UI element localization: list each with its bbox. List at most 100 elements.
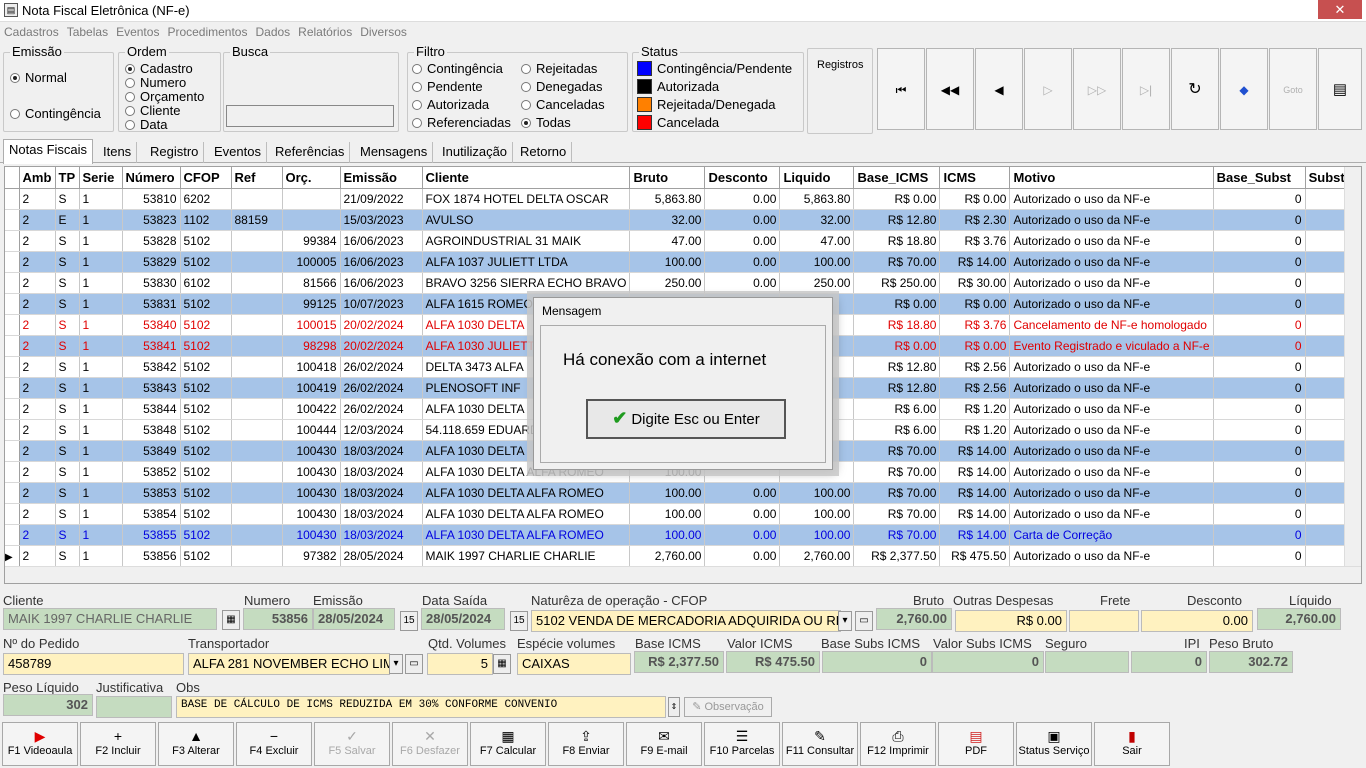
column-header[interactable]: Número: [122, 167, 181, 189]
transportador-select[interactable]: ALFA 281 NOVEMBER ECHO LIMA: [188, 653, 390, 675]
tab-retorno[interactable]: Retorno: [515, 142, 573, 163]
filtro-contingencia-radio[interactable]: Contingência: [412, 61, 503, 76]
status-servi-o-button[interactable]: ▣ Status Serviço: [1016, 722, 1092, 766]
ordem-cliente-radio[interactable]: Cliente: [125, 103, 180, 118]
emissao-normal-radio[interactable]: Normal: [10, 70, 67, 85]
column-header[interactable]: CFOP: [180, 167, 232, 189]
column-header[interactable]: Base_ICMS: [853, 167, 941, 189]
filtro-rejeitadas-radio[interactable]: Rejeitadas: [521, 61, 597, 76]
table-row[interactable]: 2 S 1 53830 6102 81566 16/06/2023 BRAVO 3256 SI…: [5, 272, 1361, 294]
column-header[interactable]: ICMS: [939, 167, 1011, 189]
table-row[interactable]: ▶ 2 S 1 53856 5102 97382 28/05/2024 MAIK 1997 CH…: [5, 545, 1361, 567]
column-header[interactable]: Emissão: [340, 167, 423, 189]
next-page-button[interactable]: ▷▷: [1073, 48, 1121, 130]
refresh-button[interactable]: ↻: [1171, 48, 1219, 130]
f2-incluir-button[interactable]: + F2 Incluir: [80, 722, 156, 766]
column-header[interactable]: Cliente: [422, 167, 631, 189]
last-record-button[interactable]: ▷|: [1122, 48, 1170, 130]
obs-scroll-icon[interactable]: ⇕: [668, 697, 680, 717]
data-saida-field[interactable]: 28/05/2024: [421, 608, 505, 630]
column-header[interactable]: TP: [55, 167, 80, 189]
peso-bruto-field[interactable]: 302.72: [1209, 651, 1293, 673]
grid-vertical-scrollbar[interactable]: [1344, 167, 1361, 567]
frete-field[interactable]: [1069, 610, 1139, 632]
tab-notas-fiscais[interactable]: Notas Fiscais: [3, 139, 94, 164]
numero-field[interactable]: 53856: [243, 608, 313, 630]
justificativa-field[interactable]: [96, 696, 172, 718]
column-header[interactable]: Liquido: [779, 167, 855, 189]
bruto-field[interactable]: 2,760.00: [876, 608, 952, 630]
filtro-pendente-radio[interactable]: Pendente: [412, 79, 483, 94]
filtro-referenciadas-radio[interactable]: Referenciadas: [412, 115, 511, 130]
cliente-lookup-icon[interactable]: ▦: [222, 610, 240, 630]
column-header[interactable]: Base_Subst: [1213, 167, 1306, 189]
menu-tabelas[interactable]: Tabelas: [63, 22, 112, 39]
f6-desfazer-button[interactable]: ✕ F6 Desfazer: [392, 722, 468, 766]
f8-enviar-button[interactable]: ⇪ F8 Enviar: [548, 722, 624, 766]
tab-mensagens[interactable]: Mensagens: [355, 142, 434, 163]
prev-record-button[interactable]: ◀: [975, 48, 1023, 130]
f5-salvar-button[interactable]: ✓ F5 Salvar: [314, 722, 390, 766]
pdf-button[interactable]: ▤ PDF: [938, 722, 1014, 766]
f12-imprimir-button[interactable]: ⎙ F12 Imprimir: [860, 722, 936, 766]
emissao-date-field[interactable]: 28/05/2024: [313, 608, 395, 630]
pedido-field[interactable]: 458789: [3, 653, 184, 675]
ordem-numero-radio[interactable]: Numero: [125, 75, 186, 90]
tab-eventos[interactable]: Eventos: [209, 142, 267, 163]
valor-subs-field[interactable]: 0: [932, 651, 1044, 673]
goto-button[interactable]: Goto: [1269, 48, 1317, 130]
f1-videoaula-button[interactable]: ▶ F1 Videoaula: [2, 722, 78, 766]
desconto-field[interactable]: 0.00: [1141, 610, 1253, 632]
filtro-autorizada-radio[interactable]: Autorizada: [412, 97, 489, 112]
f4-excluir-button[interactable]: − F4 Excluir: [236, 722, 312, 766]
observacao-button[interactable]: ✎ Observação: [684, 697, 772, 717]
sair-button[interactable]: ▮ Sair: [1094, 722, 1170, 766]
column-header[interactable]: Bruto: [629, 167, 706, 189]
ordem-orcamento-radio[interactable]: Orçamento: [125, 89, 204, 104]
table-row[interactable]: 2 S 1 53855 5102 100430 18/03/2024 ALFA 1030 DE…: [5, 524, 1361, 546]
tab-itens[interactable]: Itens: [98, 142, 138, 163]
table-row[interactable]: 2 S 1 53853 5102 100430 18/03/2024 ALFA 1030 DE…: [5, 482, 1361, 504]
tab-inutilizacao[interactable]: Inutilização: [437, 142, 514, 163]
grid-horizontal-scrollbar[interactable]: [5, 566, 1361, 583]
column-header[interactable]: Desconto: [704, 167, 781, 189]
ordem-data-radio[interactable]: Data: [125, 117, 167, 132]
ordem-cadastro-radio[interactable]: Cadastro: [125, 61, 193, 76]
chevron-down-icon[interactable]: ▾: [389, 654, 403, 674]
column-header[interactable]: Amb: [19, 167, 56, 189]
close-button[interactable]: ✕: [1318, 0, 1362, 19]
f10-parcelas-button[interactable]: ☰ F10 Parcelas: [704, 722, 780, 766]
especie-field[interactable]: CAIXAS: [517, 653, 631, 675]
valor-icms-field[interactable]: R$ 475.50: [726, 651, 820, 673]
f11-consultar-button[interactable]: ✎ F11 Consultar: [782, 722, 858, 766]
busca-input[interactable]: [226, 105, 394, 127]
transportador-folder-icon[interactable]: ▭: [405, 654, 423, 674]
menu-eventos[interactable]: Eventos: [112, 22, 163, 39]
filtro-denegadas-radio[interactable]: Denegadas: [521, 79, 603, 94]
data-saida-calendar-icon[interactable]: 15: [510, 611, 528, 631]
emissao-contingencia-radio[interactable]: Contingência: [10, 106, 101, 121]
column-header[interactable]: Orç.: [282, 167, 341, 189]
f7-calcular-button[interactable]: ▦ F7 Calcular: [470, 722, 546, 766]
chevron-down-icon[interactable]: ▾: [838, 611, 852, 631]
f3-alterar-button[interactable]: ▲ F3 Alterar: [158, 722, 234, 766]
tag-button[interactable]: ◆: [1220, 48, 1268, 130]
next-record-button[interactable]: ▷: [1024, 48, 1072, 130]
menu-diversos[interactable]: Diversos: [356, 22, 411, 39]
menu-dados[interactable]: Dados: [251, 22, 294, 39]
natureza-select[interactable]: 5102 VENDA DE MERCADORIA ADQUIRIDA OU RE…: [531, 610, 841, 632]
first-record-button[interactable]: ⏮: [877, 48, 925, 130]
tab-referencias[interactable]: Referências: [270, 142, 351, 163]
ipi-field[interactable]: 0: [1131, 651, 1207, 673]
dialog-ok-button[interactable]: ✔ Digite Esc ou Enter: [586, 399, 786, 439]
table-row[interactable]: 2 E 1 53823 1102 88159 15/03/2023 AVULSO 32.00 0.…: [5, 209, 1361, 231]
column-header[interactable]: Ref: [231, 167, 283, 189]
prev-page-button[interactable]: ◀◀: [926, 48, 974, 130]
obs-field[interactable]: BASE DE CÁLCULO DE ICMS REDUZIDA EM 30% …: [176, 696, 666, 718]
seguro-field[interactable]: [1045, 651, 1129, 673]
table-row[interactable]: 2 S 1 53854 5102 100430 18/03/2024 ALFA 1030 DE…: [5, 503, 1361, 525]
base-subs-field[interactable]: 0: [822, 651, 932, 673]
menu-cadastros[interactable]: Cadastros: [0, 22, 63, 39]
column-header[interactable]: Motivo: [1009, 167, 1214, 189]
base-icms-field[interactable]: R$ 2,377.50: [634, 651, 724, 673]
